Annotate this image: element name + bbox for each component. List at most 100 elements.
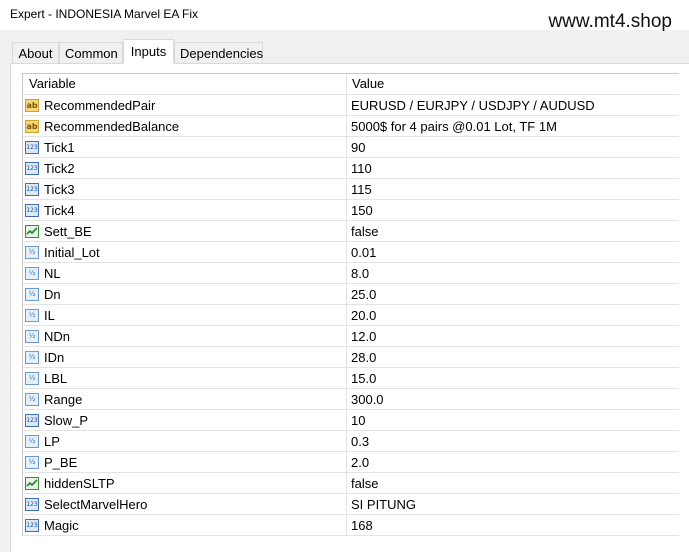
tab-about[interactable]: About [12, 42, 59, 63]
table-row[interactable]: ½ NL 8.0 [23, 263, 679, 284]
boolean-icon [25, 476, 39, 490]
tab-inputs[interactable]: Inputs [123, 39, 174, 64]
value-cell[interactable]: 115 [347, 179, 679, 200]
variable-name: LBL [44, 370, 68, 386]
integer-icon: 123 [25, 203, 39, 217]
column-header-variable[interactable]: Variable [23, 74, 347, 95]
value-cell[interactable]: 8.0 [347, 263, 679, 284]
double-icon: ½ [25, 287, 39, 301]
double-icon: ½ [25, 266, 39, 280]
watermark-text: www.mt4.shop [548, 11, 672, 32]
variable-cell: ab RecommendedBalance [23, 116, 347, 137]
table-row[interactable]: ½ Initial_Lot 0.01 [23, 242, 679, 263]
variable-name: P_BE [44, 454, 78, 470]
variable-cell: ½ IL [23, 305, 347, 326]
inputs-table: Variable Value ab RecommendedPair EURUSD /… [22, 73, 679, 536]
table-row[interactable]: 123 Slow_P 10 [23, 410, 679, 431]
value-cell[interactable]: 0.01 [347, 242, 679, 263]
value-cell[interactable]: 25.0 [347, 284, 679, 305]
variable-name: SelectMarvelHero [44, 496, 148, 512]
integer-icon: 123 [25, 497, 39, 511]
value-cell[interactable]: 300.0 [347, 389, 679, 410]
variable-cell: ab RecommendedPair [23, 95, 347, 116]
table-row[interactable]: ab RecommendedBalance 5000$ for 4 pairs @0… [23, 116, 679, 137]
variable-name: IDn [44, 349, 65, 365]
variable-cell: 123 Tick2 [23, 158, 347, 179]
double-icon: ½ [25, 350, 39, 364]
table-row[interactable]: 123 Tick2 110 [23, 158, 679, 179]
variable-name: Magic [44, 517, 79, 533]
value-cell[interactable]: 110 [347, 158, 679, 179]
value-cell[interactable]: 15.0 [347, 368, 679, 389]
variable-cell: ½ Initial_Lot [23, 242, 347, 263]
variable-name: RecommendedBalance [44, 118, 180, 134]
value-cell[interactable]: 5000$ for 4 pairs @0.01 Lot, TF 1M [347, 116, 679, 137]
value-cell[interactable]: 90 [347, 137, 679, 158]
inputs-panel: Variable Value ab RecommendedPair EURUSD /… [10, 63, 689, 552]
column-header-value[interactable]: Value [347, 74, 679, 95]
double-icon: ½ [25, 455, 39, 469]
table-row[interactable]: ½ P_BE 2.0 [23, 452, 679, 473]
table-row[interactable]: 123 SelectMarvelHero SI PITUNG [23, 494, 679, 515]
variable-name: Range [44, 391, 83, 407]
variable-cell: 123 Tick3 [23, 179, 347, 200]
table-row[interactable]: ab RecommendedPair EURUSD / EURJPY / USDJP… [23, 95, 679, 116]
tab-common[interactable]: Common [59, 42, 123, 63]
table-header: Variable Value [23, 74, 679, 95]
variable-name: hiddenSLTP [44, 475, 115, 491]
table-row[interactable]: ½ IL 20.0 [23, 305, 679, 326]
integer-icon: 123 [25, 161, 39, 175]
variable-name: NDn [44, 328, 71, 344]
table-row[interactable]: ½ IDn 28.0 [23, 347, 679, 368]
value-cell[interactable]: false [347, 473, 679, 494]
value-cell[interactable]: EURUSD / EURJPY / USDJPY / AUDUSD [347, 95, 679, 116]
variable-cell: 123 Tick1 [23, 137, 347, 158]
variable-cell: ½ IDn [23, 347, 347, 368]
value-cell[interactable]: 10 [347, 410, 679, 431]
value-cell[interactable]: 0.3 [347, 431, 679, 452]
variable-cell: ½ LP [23, 431, 347, 452]
value-cell[interactable]: 28.0 [347, 347, 679, 368]
variable-name: Dn [44, 286, 61, 302]
value-cell[interactable]: SI PITUNG [347, 494, 679, 515]
variable-cell: ½ NL [23, 263, 347, 284]
variable-name: Tick2 [44, 160, 75, 176]
string-icon: ab [25, 119, 39, 133]
value-cell[interactable]: 12.0 [347, 326, 679, 347]
string-icon: ab [25, 98, 39, 112]
table-row[interactable]: ½ Dn 25.0 [23, 284, 679, 305]
variable-cell: hiddenSLTP [23, 473, 347, 494]
tab-dependencies[interactable]: Dependencies [174, 42, 263, 63]
variable-cell: 123 SelectMarvelHero [23, 494, 347, 515]
integer-icon: 123 [25, 413, 39, 427]
variable-cell: ½ P_BE [23, 452, 347, 473]
table-row[interactable]: 123 Tick3 115 [23, 179, 679, 200]
double-icon: ½ [25, 308, 39, 322]
table-row[interactable]: 123 Tick4 150 [23, 200, 679, 221]
table-row[interactable]: ½ LP 0.3 [23, 431, 679, 452]
variable-name: Tick1 [44, 139, 75, 155]
variable-cell: ½ Range [23, 389, 347, 410]
variable-cell: 123 Magic [23, 515, 347, 536]
table-row[interactable]: Sett_BE false [23, 221, 679, 242]
table-row[interactable]: 123 Magic 168 [23, 515, 679, 536]
value-cell[interactable]: 2.0 [347, 452, 679, 473]
variable-cell: ½ LBL [23, 368, 347, 389]
integer-icon: 123 [25, 182, 39, 196]
variable-name: Initial_Lot [44, 244, 100, 260]
value-cell[interactable]: false [347, 221, 679, 242]
table-row[interactable]: 123 Tick1 90 [23, 137, 679, 158]
table-row[interactable]: ½ Range 300.0 [23, 389, 679, 410]
value-cell[interactable]: 20.0 [347, 305, 679, 326]
table-row[interactable]: hiddenSLTP false [23, 473, 679, 494]
value-cell[interactable]: 168 [347, 515, 679, 536]
variable-name: RecommendedPair [44, 97, 156, 113]
variable-name: Tick3 [44, 181, 75, 197]
variable-cell: ½ NDn [23, 326, 347, 347]
variable-name: IL [44, 307, 55, 323]
value-cell[interactable]: 150 [347, 200, 679, 221]
table-row[interactable]: ½ LBL 15.0 [23, 368, 679, 389]
boolean-icon [25, 224, 39, 238]
table-row[interactable]: ½ NDn 12.0 [23, 326, 679, 347]
variable-cell: 123 Slow_P [23, 410, 347, 431]
